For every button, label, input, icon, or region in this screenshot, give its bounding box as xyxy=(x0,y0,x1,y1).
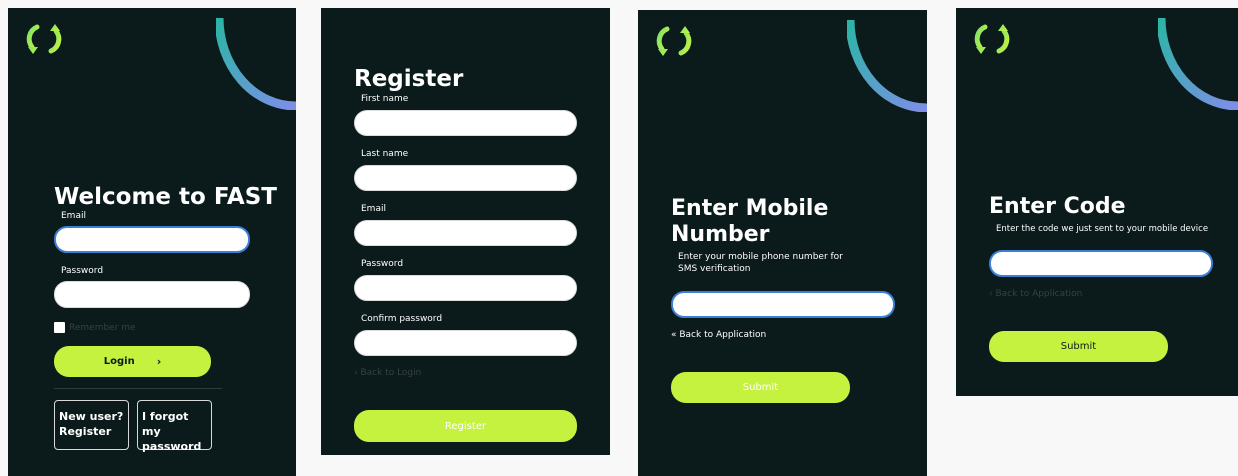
forgot-password-button[interactable]: I forgot my password xyxy=(137,400,212,453)
email-input[interactable] xyxy=(54,226,250,253)
page-title: Welcome to FAST xyxy=(54,184,277,210)
page-title: Register xyxy=(354,66,464,92)
register-link-line1: New user? xyxy=(59,410,124,423)
back-to-application-link[interactable]: ‹ Back to Application xyxy=(989,289,1082,299)
login-button[interactable]: Login › xyxy=(54,346,211,377)
decorative-arc-icon xyxy=(847,20,927,112)
login-panel: Welcome to FAST Email Password Remember … xyxy=(8,8,296,476)
decorative-arc-icon xyxy=(216,18,296,110)
divider xyxy=(54,388,222,389)
fast-logo-icon xyxy=(26,24,62,54)
password-input[interactable] xyxy=(54,281,250,308)
register-link-button[interactable]: New user? Register xyxy=(54,400,129,450)
back-to-login-link[interactable]: ‹ Back to Login xyxy=(354,368,421,378)
chevron-right-icon: › xyxy=(156,355,162,368)
register-panel: Register First name Last name Email Pass… xyxy=(321,8,610,455)
page-title-line2: Number xyxy=(671,222,770,247)
page-title-line1: Enter Mobile xyxy=(671,196,829,221)
mobile-number-input[interactable] xyxy=(671,291,895,318)
description-text: Enter the code we just sent to your mobi… xyxy=(996,224,1209,234)
page-title: Enter Code xyxy=(989,194,1126,219)
register-button[interactable]: Register xyxy=(354,410,577,442)
password-label: Password xyxy=(361,259,404,269)
forgot-password-line2: password xyxy=(142,440,202,453)
confirm-password-label: Confirm password xyxy=(361,314,443,324)
forgot-password-line1: I forgot my xyxy=(142,410,189,438)
submit-button[interactable]: Submit xyxy=(989,331,1168,362)
first-name-label: First name xyxy=(361,94,409,104)
fast-logo-icon xyxy=(974,24,1010,54)
code-panel: Enter Code Enter the code we just sent t… xyxy=(956,8,1238,396)
submit-button[interactable]: Submit xyxy=(671,372,850,403)
register-link-line2: Register xyxy=(59,425,112,438)
remember-me-checkbox[interactable] xyxy=(54,322,65,333)
fast-logo-icon xyxy=(656,26,692,56)
password-input[interactable] xyxy=(354,275,577,301)
remember-me-label: Remember me xyxy=(69,323,136,333)
password-label: Password xyxy=(61,266,104,276)
email-label: Email xyxy=(61,211,86,221)
mobile-panel: Enter Mobile Number Enter your mobile ph… xyxy=(638,10,927,476)
last-name-label: Last name xyxy=(361,149,409,159)
login-button-label: Login xyxy=(103,356,135,367)
first-name-input[interactable] xyxy=(354,110,577,136)
email-input[interactable] xyxy=(354,220,577,246)
email-label: Email xyxy=(361,204,386,214)
confirm-password-input[interactable] xyxy=(354,330,577,356)
description-text: Enter your mobile phone number for SMS v… xyxy=(678,252,843,274)
last-name-input[interactable] xyxy=(354,165,577,191)
decorative-arc-icon xyxy=(1158,18,1238,110)
back-to-application-link[interactable]: « Back to Application xyxy=(671,330,766,340)
verification-code-input[interactable] xyxy=(989,250,1213,277)
